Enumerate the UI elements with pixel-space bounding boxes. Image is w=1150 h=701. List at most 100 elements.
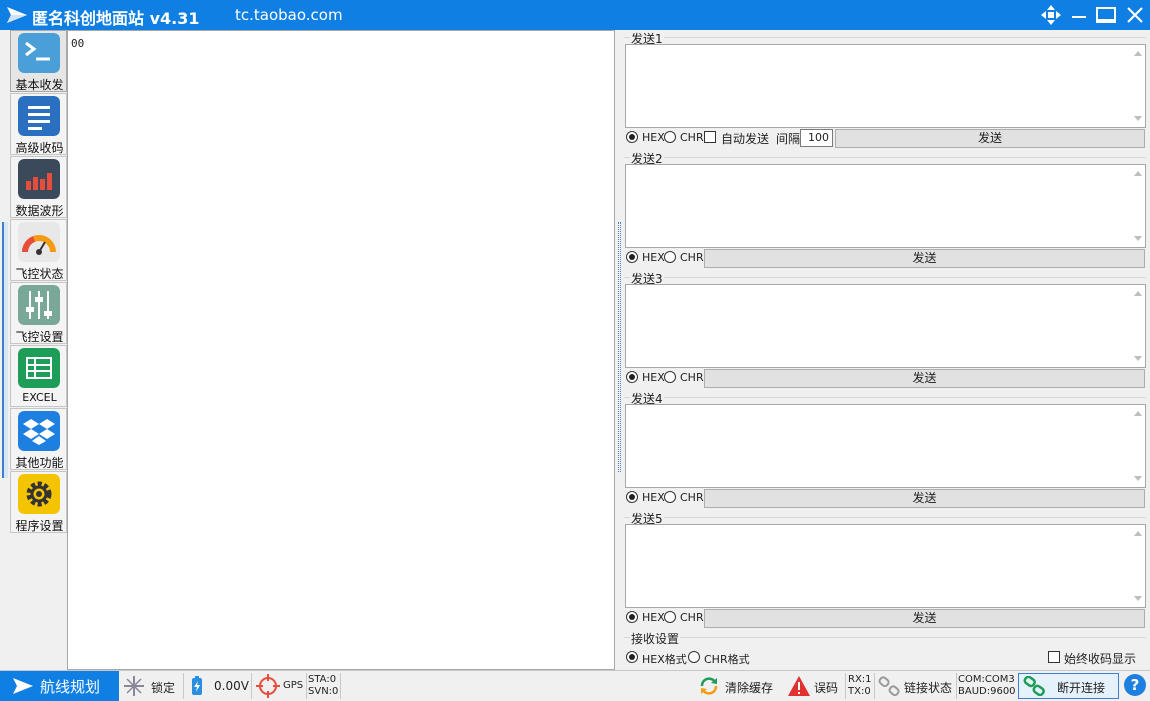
link-state[interactable]: 链接状态 [876, 671, 956, 701]
receive-settings-title: 接收设置 [630, 630, 681, 647]
scrollbar[interactable] [1131, 165, 1145, 247]
link-state-label: 链接状态 [904, 681, 953, 695]
receive-settings-group: 接收设置 HEX格式 CHR格式 始终收码显示 [624, 630, 1148, 670]
rx-tx-status: RX:1 TX:0 [848, 671, 876, 701]
nav-item-flight-status[interactable]: 飞控状态 [10, 219, 67, 281]
chr-label: CHR [680, 611, 704, 624]
send-button-2[interactable]: 发送 [704, 249, 1145, 268]
sliders-icon [18, 285, 60, 325]
hex-format-label: HEX格式 [642, 653, 687, 666]
status-bar: 航线规划 锁定 0.00V GPS STA:0 SVN:0 清除缓存 误码 RX… [0, 670, 1150, 701]
always-show-checkbox[interactable] [1048, 651, 1060, 663]
nav-item-excel[interactable]: EXCEL [10, 345, 67, 407]
send-textarea-4[interactable] [625, 404, 1146, 488]
send-textarea-3[interactable] [625, 284, 1146, 368]
chr-format-label: CHR格式 [704, 653, 750, 666]
scrollbar[interactable] [1131, 525, 1145, 607]
nav-label: 飞控状态 [15, 267, 64, 281]
close-icon[interactable] [1124, 4, 1146, 26]
scrollbar[interactable] [1131, 45, 1145, 127]
maximize-icon[interactable] [1095, 4, 1117, 26]
title-bar: 匿名科创地面站 v4.31 tc.taobao.com [0, 0, 1150, 30]
minimize-icon[interactable] [1068, 4, 1090, 26]
list-icon [18, 96, 60, 136]
error-code-status[interactable]: 误码 [785, 671, 845, 701]
terminal-icon [18, 33, 60, 73]
nav-label: 数据波形 [15, 204, 64, 218]
hex-label: HEX [642, 131, 665, 144]
send-group-2: 发送2 HEX CHR 发送 [624, 150, 1148, 270]
sidebar-collapse-handle[interactable] [2, 222, 8, 478]
chr-radio[interactable] [664, 131, 676, 143]
chr-radio[interactable] [664, 251, 676, 263]
battery-icon [192, 676, 202, 695]
send-button-4[interactable]: 发送 [704, 489, 1145, 508]
hex-radio[interactable] [626, 491, 638, 503]
send-textarea-5[interactable] [625, 524, 1146, 608]
chr-radio[interactable] [664, 611, 676, 623]
hex-label: HEX [642, 251, 665, 264]
rx-value: RX:1 [848, 674, 872, 685]
send-group-4: 发送4 HEX CHR 发送 [624, 390, 1148, 510]
route-planning-button[interactable]: 航线规划 [0, 671, 119, 701]
sta-value: STA:0 [308, 674, 337, 685]
hex-radio[interactable] [626, 611, 638, 623]
nav-label: EXCEL [22, 391, 57, 404]
port-info: COM:COM3 BAUD:9600 [958, 671, 1018, 701]
lock-status[interactable]: 锁定 [119, 671, 181, 701]
disconnect-label: 断开连接 [1057, 681, 1106, 695]
chr-format-radio[interactable] [688, 651, 700, 663]
nav-item-other-functions[interactable]: 其他功能 [10, 408, 67, 470]
disconnect-button[interactable]: 断开连接 [1018, 673, 1119, 699]
com-port-value: COM:COM3 [958, 674, 1015, 685]
send-textarea-2[interactable] [625, 164, 1146, 248]
move-icon[interactable] [1040, 4, 1062, 26]
nav-item-basic-io[interactable]: 基本收发 [10, 30, 67, 92]
chr-radio[interactable] [664, 491, 676, 503]
hex-radio[interactable] [626, 131, 638, 143]
aircraft-icon [124, 676, 144, 696]
chr-label: CHR [680, 251, 704, 264]
send-button-1[interactable]: 发送 [835, 129, 1145, 148]
gps-status: GPS [254, 671, 306, 701]
receive-textarea[interactable]: 00 [67, 30, 615, 670]
send-button-5[interactable]: 发送 [704, 609, 1145, 628]
scrollbar[interactable] [1131, 285, 1145, 367]
sidebar: 基本收发 高级收码 数据波形 飞控状态 飞控设置 EXCEL 其他功能 程序设置 [10, 30, 68, 670]
hex-radio[interactable] [626, 371, 638, 383]
route-planning-label: 航线规划 [40, 678, 101, 696]
help-icon[interactable]: ? [1124, 674, 1146, 696]
gear-icon [18, 474, 60, 514]
hex-label: HEX [642, 371, 665, 384]
voltage-value: 0.00V [214, 679, 249, 693]
paper-plane-icon [13, 678, 33, 694]
app-title: 匿名科创地面站 v4.31 [32, 9, 200, 28]
nav-item-program-settings[interactable]: 程序设置 [10, 471, 67, 533]
voltage-status: 0.00V [186, 671, 250, 701]
interval-input[interactable]: 100 [800, 129, 833, 147]
hex-label: HEX [642, 611, 665, 624]
gauge-icon [18, 222, 60, 262]
nav-label: 基本收发 [15, 78, 64, 92]
error-code-label: 误码 [814, 681, 839, 695]
bar-chart-icon [18, 159, 60, 199]
svn-value: SVN:0 [308, 686, 339, 697]
hex-format-radio[interactable] [626, 651, 638, 663]
paper-plane-logo-icon [7, 7, 27, 23]
panel-splitter[interactable] [615, 30, 624, 670]
nav-item-waveform[interactable]: 数据波形 [10, 156, 67, 218]
hex-radio[interactable] [626, 251, 638, 263]
send-button-3[interactable]: 发送 [704, 369, 1145, 388]
chr-radio[interactable] [664, 371, 676, 383]
chr-label: CHR [680, 131, 704, 144]
chr-label: CHR [680, 491, 704, 504]
crosshair-icon [256, 674, 280, 698]
auto-send-checkbox[interactable] [704, 131, 716, 143]
nav-item-flight-settings[interactable]: 飞控设置 [10, 282, 67, 344]
scrollbar[interactable] [1131, 405, 1145, 487]
app-url: tc.taobao.com [235, 6, 343, 24]
refresh-icon [700, 677, 718, 695]
nav-item-advanced-receive[interactable]: 高级收码 [10, 93, 67, 155]
clear-cache-button[interactable]: 清除缓存 [696, 671, 780, 701]
send-textarea-1[interactable] [625, 44, 1146, 128]
